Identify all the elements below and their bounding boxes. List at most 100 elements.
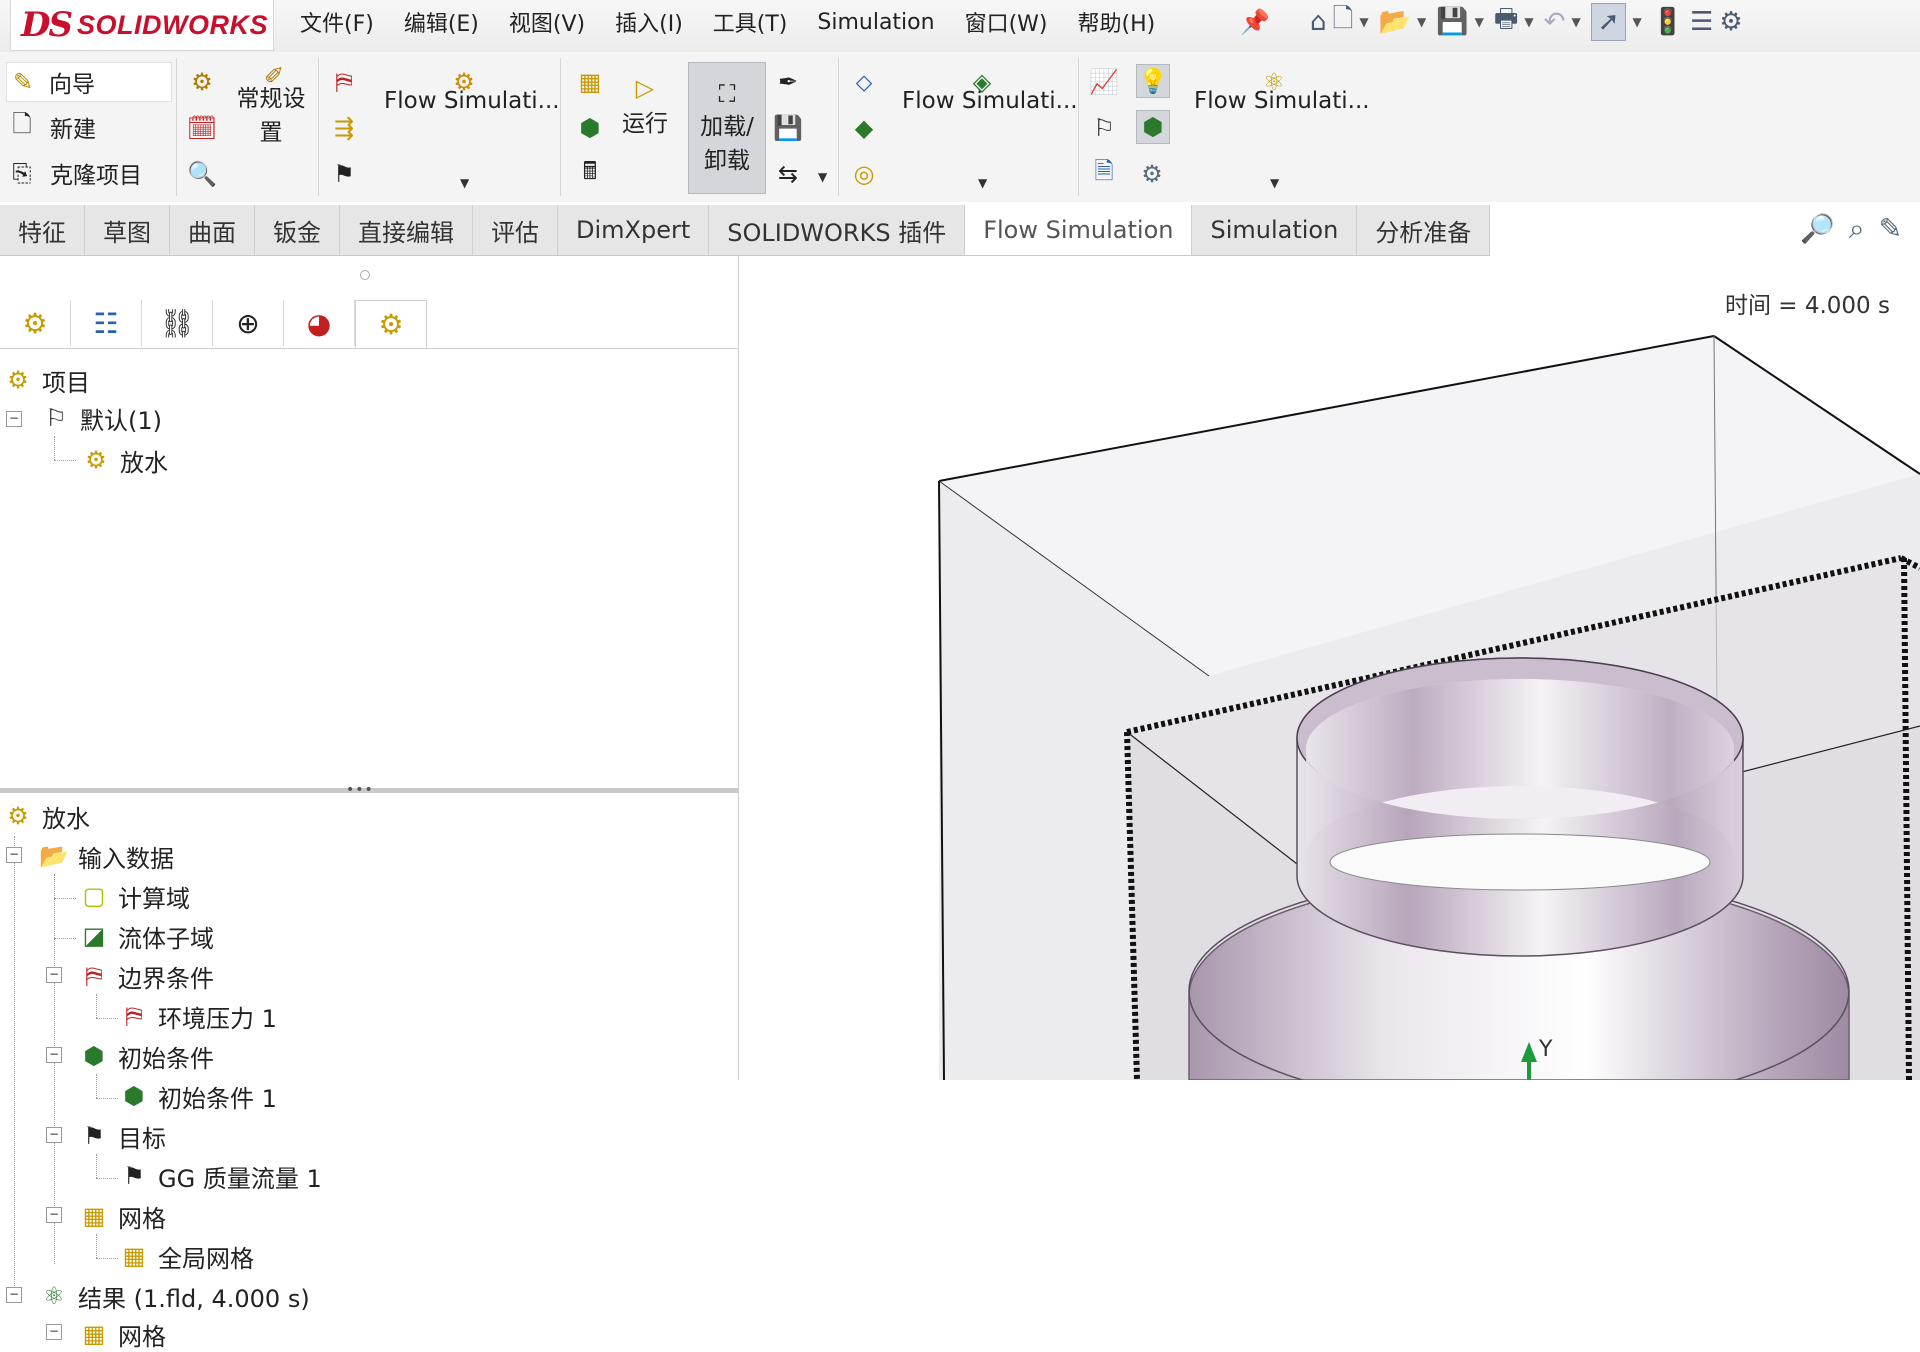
tab-sheet-metal[interactable]: 钣金 [255, 205, 340, 255]
calculator-icon[interactable]: 🖩 [574, 157, 606, 190]
menu-help[interactable]: 帮助(H) [1078, 6, 1156, 38]
menu-edit[interactable]: 编辑(E) [404, 6, 479, 38]
tree-item-input-data[interactable]: 📂 输入数据 [38, 838, 174, 874]
zoom-fit-icon[interactable]: 🔎 [1800, 212, 1835, 246]
tree-item-boundary-conditions[interactable]: ⛿ 边界条件 [78, 958, 214, 994]
flow-sim-1-dropdown-arrow[interactable]: ▼ [460, 176, 469, 190]
collapse-toggle[interactable]: − [46, 1127, 62, 1143]
pin-icon[interactable]: 📌 [1240, 8, 1270, 36]
panel-grip[interactable] [360, 270, 370, 280]
tree-item-results[interactable]: ⚛ 结果 (1.fld, 4.000 s) [38, 1278, 309, 1314]
flow-simulation-tab-icon[interactable]: ⚙ [355, 300, 427, 348]
calendar-settings-icon[interactable]: 🗓 [186, 112, 218, 144]
save-results-icon[interactable]: 💾 [772, 112, 804, 144]
menu-simulation[interactable]: Simulation [817, 10, 934, 35]
collapse-toggle[interactable]: − [6, 847, 22, 863]
collapse-toggle[interactable]: − [46, 1047, 62, 1063]
tree-item-default-config[interactable]: ⚐ 默认(1) [40, 400, 162, 436]
display-cube-icon[interactable]: ⬢ [1136, 110, 1170, 144]
open-icon[interactable]: 📂 [1379, 4, 1411, 40]
wizard-button[interactable]: ✎ 向导 [6, 62, 172, 102]
menu-insert[interactable]: 插入(I) [615, 6, 683, 38]
tree-item-initial-condition-1[interactable]: ⬢ 初始条件 1 [118, 1078, 277, 1114]
mesh-grid-icon[interactable]: ▦ [574, 66, 606, 98]
menu-tools[interactable]: 工具(T) [713, 6, 788, 38]
tree-item-projects[interactable]: ⚙ 项目 [2, 362, 90, 398]
gear-icon[interactable]: ⚙ [1719, 4, 1742, 40]
dimxpert-manager-tab-icon[interactable]: ⊕ [213, 300, 284, 346]
tree-item-goals[interactable]: ⚑ 目标 [78, 1118, 166, 1154]
tab-analysis-preparation[interactable]: 分析准备 [1357, 205, 1491, 255]
tab-surfaces[interactable]: 曲面 [170, 205, 255, 255]
tree-item-gg-mass-flow[interactable]: ⚑ GG 质量流量 1 [118, 1158, 322, 1194]
tab-solidworks-addins[interactable]: SOLIDWORKS 插件 [709, 205, 966, 255]
clone-project-button[interactable]: ⎘ 克隆项目 [6, 154, 142, 192]
menu-view[interactable]: 视图(V) [509, 6, 585, 38]
report-icon[interactable]: 🗎 [1088, 157, 1120, 190]
collapse-toggle[interactable]: − [46, 1324, 62, 1340]
new-project-button[interactable]: 🗋 新建 [6, 108, 96, 146]
transfer-dropdown-arrow[interactable]: ▼ [818, 170, 827, 184]
collapse-toggle[interactable]: − [46, 967, 62, 983]
general-settings-button[interactable]: ✐ 常规设置 [232, 62, 310, 150]
save-dropdown-arrow[interactable]: ▼ [1475, 15, 1484, 29]
undo-dropdown-arrow[interactable]: ▼ [1571, 15, 1580, 29]
tab-features[interactable]: 特征 [0, 205, 85, 255]
tree-item-fluid-subdomain[interactable]: ◪ 流体子域 [78, 918, 214, 954]
options-list-icon[interactable]: ☰ [1690, 4, 1713, 40]
property-manager-tab-icon[interactable]: ☷ [71, 300, 142, 346]
flow-sim-2-dropdown-arrow[interactable]: ▼ [978, 176, 987, 190]
fan-icon[interactable]: ⇶ [328, 112, 360, 144]
collapse-toggle[interactable]: − [6, 1287, 22, 1303]
tab-flow-simulation[interactable]: Flow Simulation [965, 205, 1193, 255]
traffic-light-icon[interactable]: 🚦 [1652, 4, 1684, 40]
print-dropdown-arrow[interactable]: ▼ [1524, 15, 1533, 29]
xy-plot-icon[interactable]: 📈 [1088, 66, 1120, 98]
menu-window[interactable]: 窗口(W) [965, 6, 1048, 38]
feature-manager-tab-icon[interactable]: ⚙ [0, 300, 71, 346]
collapse-toggle[interactable]: − [6, 411, 22, 427]
solidworks-logo[interactable]: DS SOLIDWORKS [10, 0, 274, 51]
home-icon[interactable]: ⌂ [1310, 4, 1327, 40]
zoom-area-icon[interactable]: ⌕ [1849, 212, 1865, 246]
graphics-viewport[interactable]: 时间 = 4.000 s Y [739, 256, 1920, 1080]
select-cursor-icon[interactable]: ➚ [1590, 3, 1627, 41]
tab-evaluate[interactable]: 评估 [473, 205, 558, 255]
component-control-icon[interactable]: ⚙ [1136, 158, 1168, 190]
tree-item-results-mesh[interactable]: ▦ 网格 [78, 1316, 166, 1352]
run-button[interactable]: ▷ 运行 [622, 72, 668, 138]
configuration-manager-tab-icon[interactable]: ⛓ [142, 300, 213, 346]
tree-item-environment-pressure[interactable]: ⛿ 环境压力 1 [118, 998, 277, 1034]
select-dropdown-arrow[interactable]: ▼ [1632, 15, 1641, 29]
tree-item-mesh[interactable]: ▦ 网格 [78, 1198, 166, 1234]
new-document-icon[interactable]: 🗋 [1333, 4, 1354, 40]
undo-icon[interactable]: ↶ [1544, 4, 1566, 40]
tree-item-computational-domain[interactable]: ▢ 计算域 [78, 878, 190, 914]
tree-item-project-fangshui[interactable]: ⚙ 放水 [80, 442, 168, 478]
menu-file[interactable]: 文件(F) [300, 6, 374, 38]
tab-simulation[interactable]: Simulation [1192, 205, 1358, 255]
surface-plot-icon[interactable]: ◆ [848, 112, 880, 144]
tab-sketch[interactable]: 草图 [85, 205, 170, 255]
previous-view-icon[interactable]: ✎ [1879, 212, 1902, 246]
cut-plot-icon[interactable]: ⬦ [848, 66, 880, 98]
print-icon[interactable]: 🖶 [1494, 4, 1519, 40]
goal-plot-icon[interactable]: ⚐ [1088, 112, 1120, 144]
panel-splitter[interactable]: ••• [0, 782, 738, 798]
compare-icon[interactable]: 🔍 [186, 158, 218, 190]
save-icon[interactable]: 💾 [1436, 4, 1468, 40]
probe-icon[interactable]: ✒ [772, 66, 804, 98]
tree-item-initial-conditions[interactable]: ⬢ 初始条件 [78, 1038, 214, 1074]
open-dropdown-arrow[interactable]: ▼ [1417, 15, 1426, 29]
flow-sim-3-dropdown-arrow[interactable]: ▼ [1270, 176, 1279, 190]
lightbulb-icon[interactable]: 💡 [1136, 64, 1170, 98]
iso-surface-icon[interactable]: ◎ [848, 158, 880, 190]
cube-icon[interactable]: ⬢ [574, 112, 606, 144]
tree-item-global-mesh[interactable]: ▦ 全局网格 [118, 1238, 254, 1274]
boundary-condition-icon[interactable]: ⛿ [328, 66, 360, 98]
load-unload-button[interactable]: ⛶ 加载/卸载 [688, 62, 766, 194]
tab-dimxpert[interactable]: DimXpert [558, 205, 710, 255]
display-manager-tab-icon[interactable]: ◕ [284, 300, 355, 346]
project-tools-icon[interactable]: ⚙ [186, 66, 218, 98]
new-dropdown-arrow[interactable]: ▼ [1359, 15, 1368, 29]
